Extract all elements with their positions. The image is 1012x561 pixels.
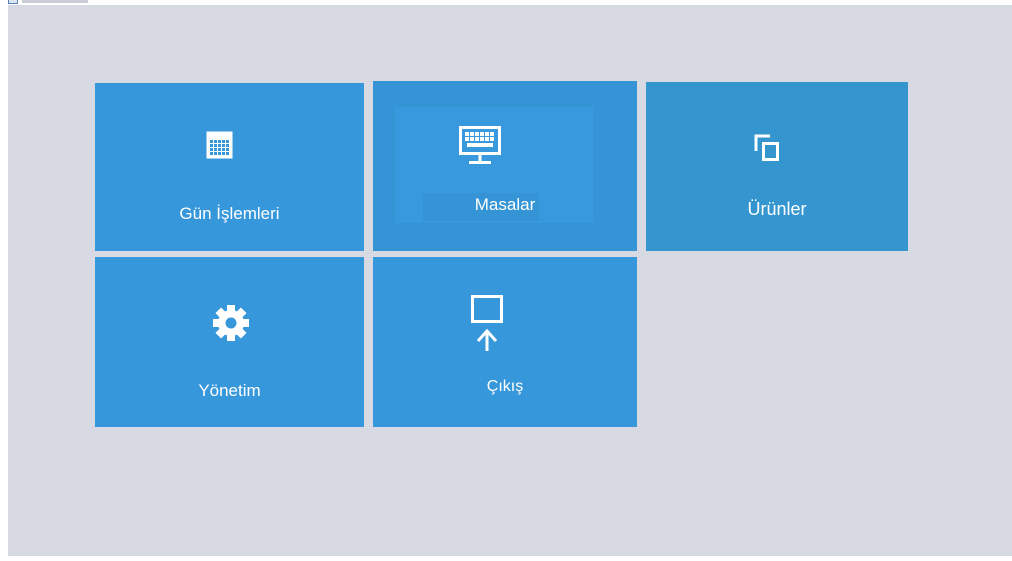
tile-yonetim[interactable]: Yönetim [95, 257, 364, 427]
tile-label: Çıkış [486, 378, 524, 395]
tile-label: Yönetim [198, 381, 261, 400]
tile-label: Gün İşlemleri [179, 204, 280, 223]
window-title [22, 0, 88, 3]
tile-gun-islemleri[interactable]: Gün İşlemleri [95, 83, 364, 251]
tile-urunler[interactable]: Ürünler [646, 82, 908, 251]
keyboard-monitor-icon [459, 126, 501, 164]
gear-icon [213, 305, 249, 341]
tile-label: Ürünler [747, 199, 807, 219]
tile-masalar[interactable]: Masalar [373, 81, 637, 251]
calendar-icon [206, 131, 233, 159]
tile-label: Masalar [474, 195, 536, 214]
app-window-icon [8, 0, 18, 4]
copy-icon [754, 134, 779, 161]
monitor-upload-icon [471, 295, 503, 351]
main-menu-area: Gün İşlemleri Masalar Ürünler Yönetim Çı… [8, 5, 1012, 556]
tile-cikis[interactable]: Çıkış [373, 257, 637, 427]
